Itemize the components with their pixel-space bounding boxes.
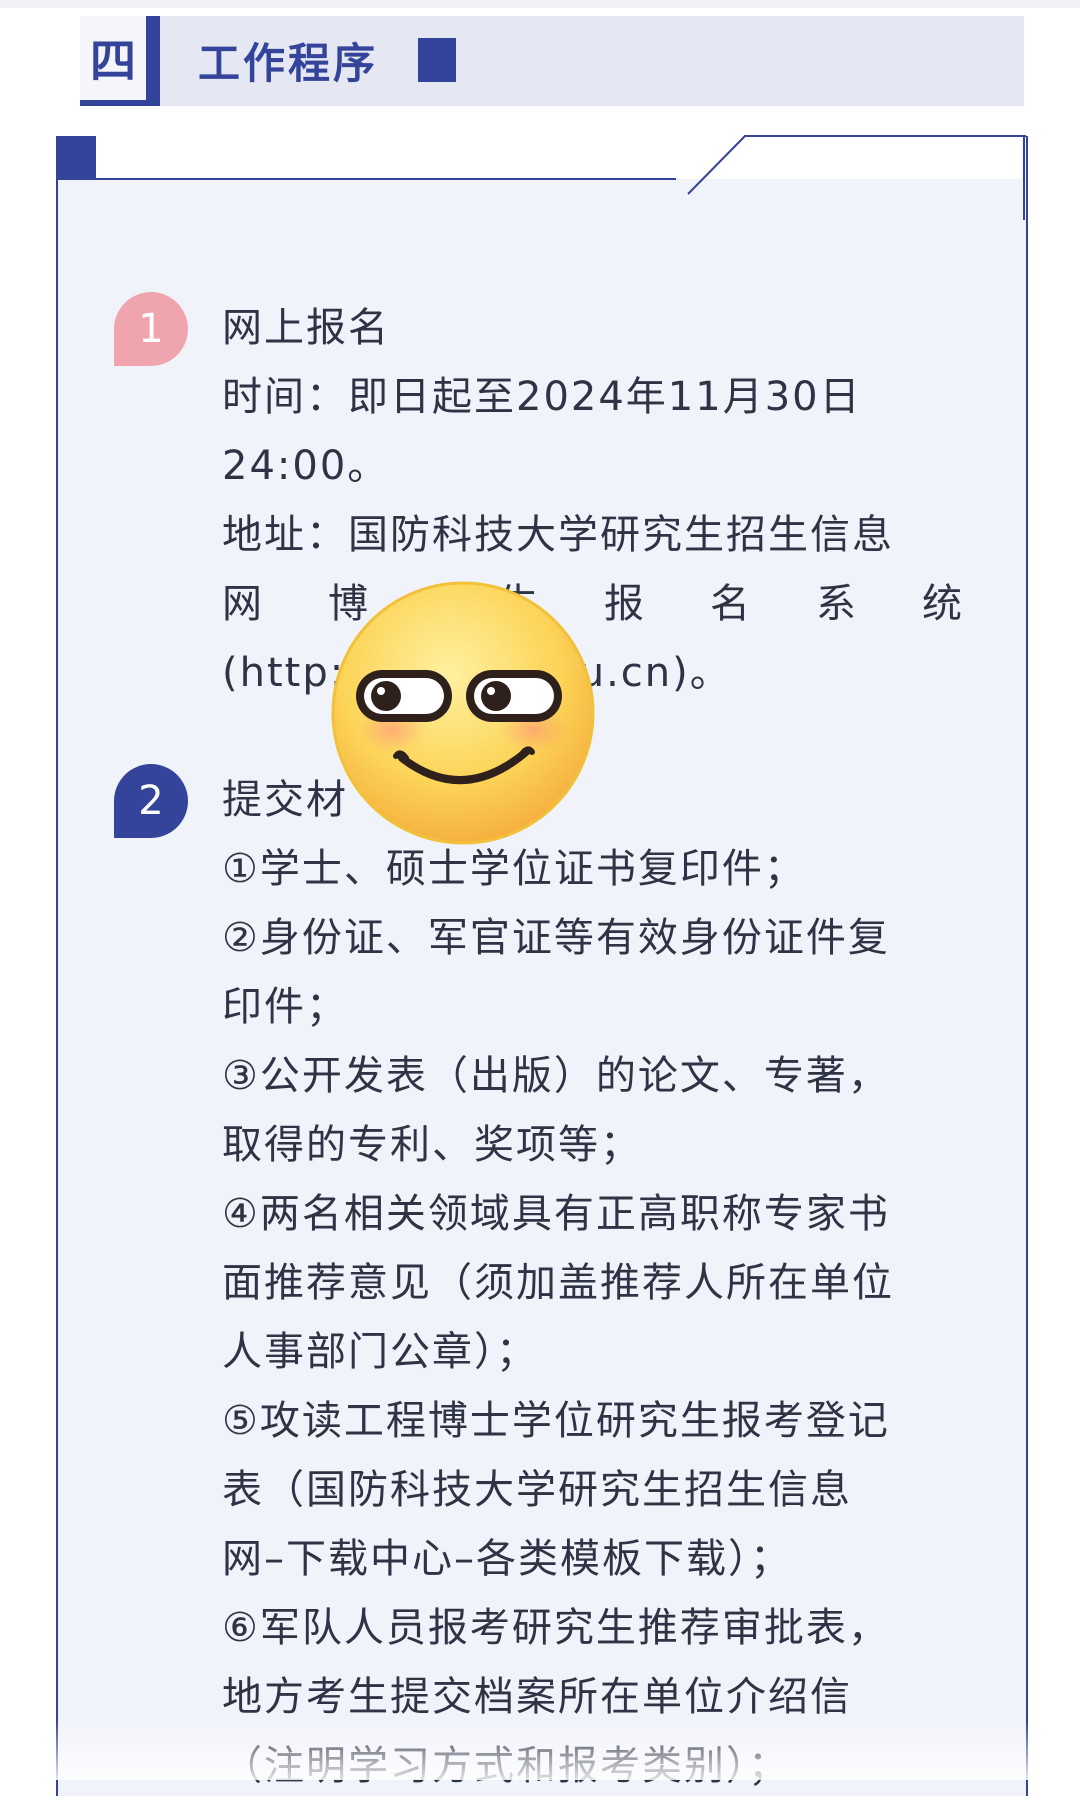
step-1-line: 地址：国防科技大学研究生招生信息 — [222, 512, 894, 558]
step-1-line: 24:00。 — [222, 443, 390, 489]
card-top-gap — [56, 136, 796, 178]
step-2-line: ⑤攻读工程博士学位研究生报考登记 — [222, 1398, 890, 1444]
title-square-icon — [418, 38, 456, 82]
step-2-line: 印件； — [222, 984, 348, 1030]
card-top-border-right — [744, 135, 1026, 137]
step-1-heading: 网上报名 — [222, 305, 390, 351]
step-2-line: 人事部门公章）； — [222, 1329, 538, 1375]
section-title: 工作程序 — [198, 38, 379, 88]
step-2-line: 面推荐意见（须加盖推荐人所在单位 — [222, 1260, 894, 1306]
card-accent-block — [56, 136, 96, 180]
step-2-text: 提交材 ①学士、硕士学位证书复印件； ②身份证、军官证等有效身份证件复 印件； … — [222, 766, 964, 1801]
step-2-line: ④两名相关领域具有正高职称专家书 — [222, 1191, 890, 1237]
step-badge-1: 1 — [114, 292, 188, 366]
step-2-line: 网–下载中心–各类模板下载）； — [222, 1536, 792, 1582]
step-2-line: 取得的专利、奖项等； — [222, 1122, 642, 1168]
step-1-line: 时间：即日起至2024年11月30日 — [222, 374, 862, 420]
step-2-line: ②身份证、军官证等有效身份证件复 — [222, 915, 890, 961]
section-number: 四 — [90, 34, 136, 88]
step-2-line: 表（国防科技大学研究生招生信息 — [222, 1467, 852, 1513]
step-2-line: ⑥军队人员报考研究生推荐审批表， — [222, 1605, 890, 1651]
top-divider — [0, 0, 1080, 8]
smirk-emoji-icon — [331, 581, 595, 845]
bottom-fade — [0, 1720, 1080, 1780]
step-badge-2: 2 — [114, 764, 188, 838]
step-2-line: ③公开发表（出版）的论文、专著， — [222, 1053, 890, 1099]
card-top-border-left — [56, 178, 676, 180]
